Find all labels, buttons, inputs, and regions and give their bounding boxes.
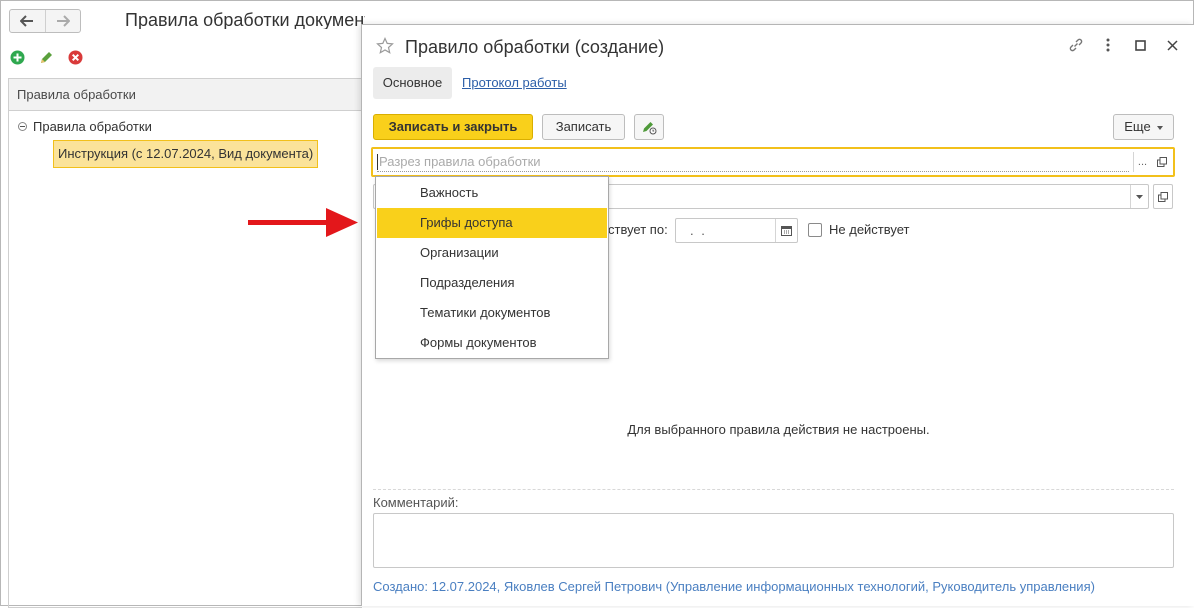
select-button[interactable]: ... [1133,152,1151,172]
rule-section-dropdown: Важность Грифы доступа Организации Подра… [375,176,609,359]
dropdown-option[interactable]: Формы документов [376,328,608,358]
window-controls [1068,37,1180,53]
tree-root-label: Правила обработки [33,119,152,134]
second-field-open-button[interactable] [1153,184,1173,209]
save-and-close-button[interactable]: Записать и закрыть [373,114,533,140]
inactive-checkbox[interactable] [808,223,822,237]
tab-main[interactable]: Основное [373,67,452,99]
add-icon [10,50,24,64]
empty-actions-message: Для выбранного правила действия не настр… [627,422,930,437]
maximize-icon [1134,39,1146,51]
comment-label: Комментарий: [373,495,459,510]
dropdown-option[interactable]: Важность [376,178,608,208]
dropdown-option-selected[interactable]: Грифы доступа [377,208,607,238]
maximize-button[interactable] [1132,37,1148,53]
kebab-menu-icon [1106,38,1110,52]
pencil-clock-icon [643,122,657,135]
open-window-icon [1158,191,1168,202]
list-toolbar [9,49,83,65]
link-icon [1069,38,1083,52]
favorite-button[interactable] [376,37,394,55]
tree-item-instruction[interactable]: Инструкция (с 12.07.2024, Вид документа) [53,140,319,168]
arrow-right-icon [56,15,70,27]
created-info: Создано: 12.07.2024, Яковлев Сергей Петр… [373,579,1095,594]
delete-button[interactable] [67,49,83,65]
dropdown-toggle[interactable] [1130,185,1148,208]
valid-until-date-field[interactable]: . . [675,218,798,243]
background-window-title: Правила обработки документов (Инструкция… [125,10,365,29]
date-value: . . [690,223,707,238]
red-arrow-icon [248,208,358,237]
delete-icon [68,50,82,64]
close-button[interactable] [1164,37,1180,53]
close-icon [1166,39,1178,51]
rules-list-panel: Правила обработки Правила обработки Инст… [8,78,362,608]
inactive-label: Не действует [829,222,910,237]
link-button[interactable] [1068,37,1084,53]
chevron-down-icon [1136,194,1143,199]
more-button-label: Еще [1124,119,1151,134]
sign-button[interactable] [634,114,664,140]
rule-section-input[interactable]: Разрез правила обработки [377,152,1129,172]
dropdown-option[interactable]: Подразделения [376,268,608,298]
tab-work-log[interactable]: Протокол работы [462,67,567,99]
add-button[interactable] [9,49,25,65]
edit-pencil-icon [40,51,52,63]
divider [373,489,1174,490]
form-title: Правило обработки (создание) [405,37,665,57]
rule-section-field[interactable]: Разрез правила обработки ... [371,147,1175,177]
save-button[interactable]: Записать [542,114,625,140]
calendar-button[interactable] [775,219,797,242]
arrow-left-icon [20,15,34,27]
more-actions-button[interactable] [1100,37,1116,53]
edit-button[interactable] [38,49,54,65]
dropdown-option[interactable]: Организации [376,238,608,268]
star-icon [376,37,394,54]
open-button[interactable] [1155,153,1169,171]
calendar-icon [781,226,792,236]
collapse-icon[interactable] [18,122,27,131]
chevron-down-icon [1156,125,1163,130]
valid-until-label: ствует по: [608,222,668,237]
dropdown-option[interactable]: Тематики документов [376,298,608,328]
list-column-header: Правила обработки [9,79,362,111]
more-button[interactable]: Еще [1113,114,1174,140]
comment-textarea[interactable] [373,513,1174,568]
rule-form-window: Правило обработки (создание) Основное Пр… [361,24,1194,606]
navigation-buttons [9,9,81,33]
open-window-icon [1157,157,1167,167]
tree-root-node[interactable]: Правила обработки [18,119,152,134]
back-button[interactable] [10,10,45,32]
forward-button[interactable] [44,10,81,32]
